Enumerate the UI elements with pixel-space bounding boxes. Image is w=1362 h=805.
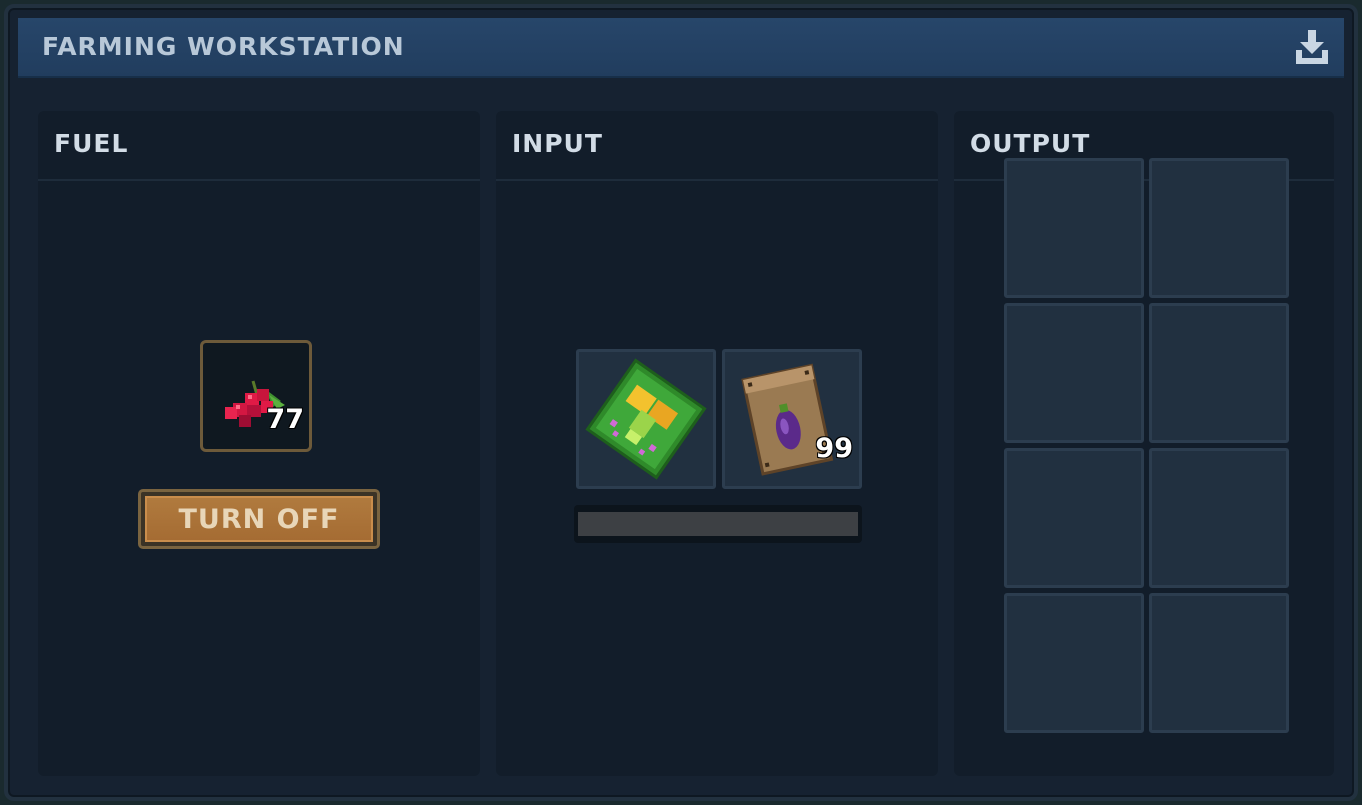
fuel-slot[interactable]: 77 xyxy=(200,340,312,452)
output-slot[interactable] xyxy=(1149,593,1289,733)
download-tray-icon xyxy=(1296,30,1328,64)
crafting-progress-bar xyxy=(574,505,862,543)
fuel-panel: FUEL 77 TURN OFF xyxy=(38,111,480,776)
output-slot[interactable] xyxy=(1149,158,1289,298)
fuel-panel-title: FUEL xyxy=(54,129,129,158)
output-slot[interactable] xyxy=(1004,593,1144,733)
output-slot[interactable] xyxy=(1149,448,1289,588)
output-panel: OUTPUT xyxy=(954,111,1334,776)
fertilizer-planter-icon xyxy=(585,358,707,480)
fuel-panel-header: FUEL xyxy=(38,111,480,181)
input-panel: INPUT 99 xyxy=(496,111,938,776)
progress-track xyxy=(578,512,858,536)
turn-off-button[interactable]: TURN OFF xyxy=(138,489,380,549)
collect-all-button[interactable] xyxy=(1292,28,1332,66)
input-slot-seeds[interactable]: 99 xyxy=(722,349,862,489)
farming-workstation-window: FARMING WORKSTATION FUEL 77 TURN OFF INP… xyxy=(4,4,1358,801)
output-slot[interactable] xyxy=(1004,158,1144,298)
output-panel-title: OUTPUT xyxy=(970,129,1091,158)
input-panel-header: INPUT xyxy=(496,111,938,181)
output-slot[interactable] xyxy=(1149,303,1289,443)
output-slot[interactable] xyxy=(1004,448,1144,588)
output-slot[interactable] xyxy=(1004,303,1144,443)
input-panel-title: INPUT xyxy=(512,129,603,158)
eggplant-seed-packet-icon xyxy=(741,363,834,476)
seed-item-count: 99 xyxy=(815,433,853,464)
input-slot-fertilizer[interactable] xyxy=(576,349,716,489)
turn-off-label: TURN OFF xyxy=(145,496,373,542)
window-title: FARMING WORKSTATION xyxy=(42,32,405,61)
title-bar: FARMING WORKSTATION xyxy=(18,18,1344,78)
fuel-item-count: 77 xyxy=(266,404,304,435)
